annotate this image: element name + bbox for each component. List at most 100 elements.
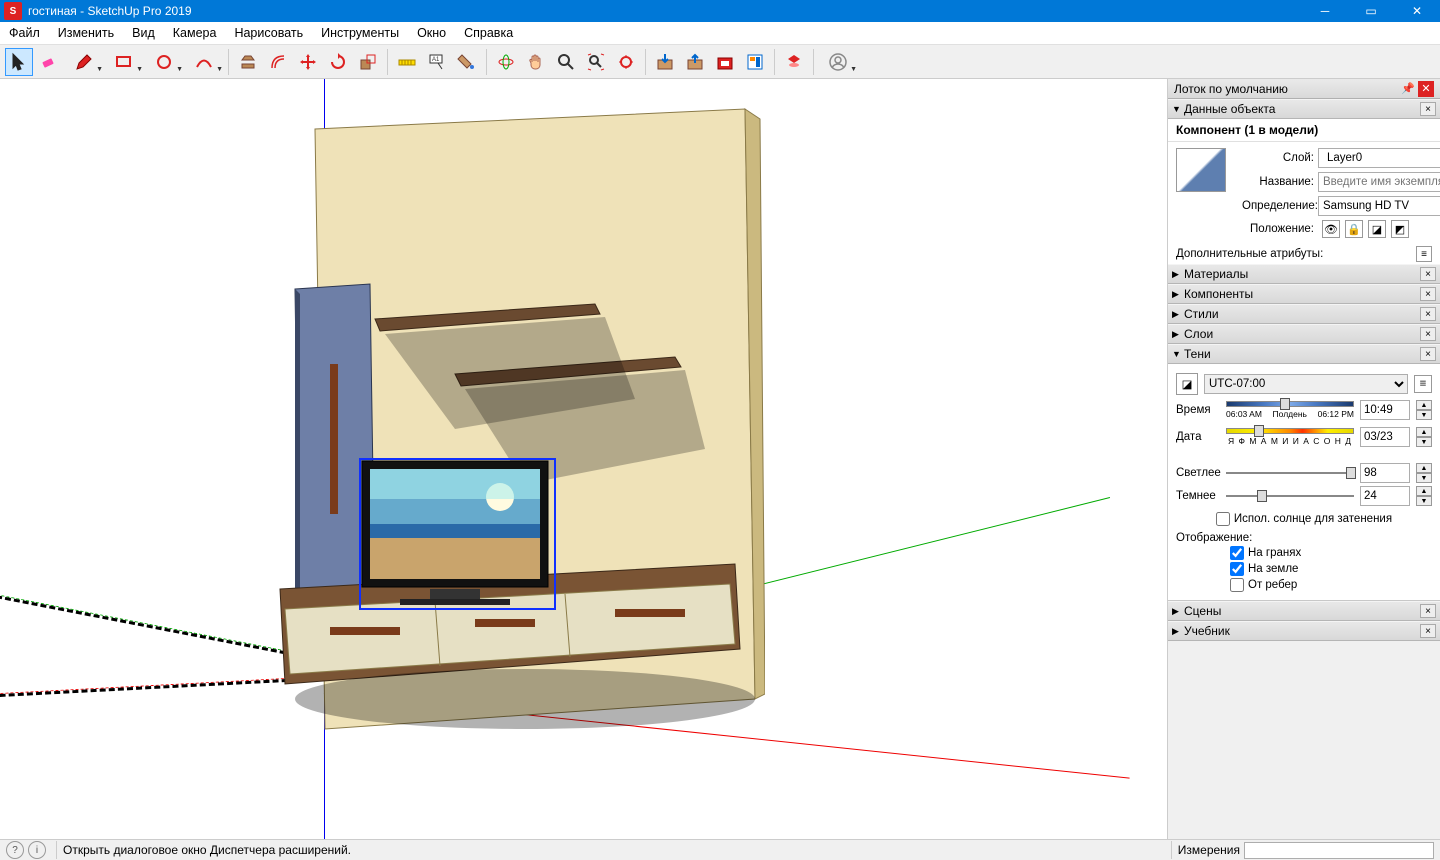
info-icon[interactable]: i: [28, 841, 46, 859]
select-tool[interactable]: [5, 48, 33, 76]
name-input[interactable]: [1318, 172, 1440, 192]
time-stepper[interactable]: ▲▼: [1416, 400, 1432, 420]
circle-tool[interactable]: ▼: [145, 48, 183, 76]
menu-camera[interactable]: Камера: [164, 22, 226, 44]
definition-input[interactable]: [1318, 196, 1440, 216]
toggle-lock-icon[interactable]: 🔒: [1345, 220, 1363, 238]
tray-title[interactable]: Лоток по умолчанию 📌 ✕: [1168, 79, 1440, 99]
on-faces-checkbox[interactable]: [1230, 546, 1244, 560]
components-header[interactable]: ▶Компоненты×: [1168, 284, 1440, 304]
tray-title-label: Лоток по умолчанию: [1174, 82, 1288, 96]
dark-slider[interactable]: [1226, 488, 1354, 504]
name-label: Название:: [1242, 176, 1314, 188]
time-input[interactable]: [1360, 400, 1410, 420]
toggle-hidden-icon[interactable]: 👁: [1322, 220, 1340, 238]
use-sun-checkbox[interactable]: [1216, 512, 1230, 526]
tray-pin-icon[interactable]: 📌: [1400, 81, 1416, 97]
entity-info-header[interactable]: ▼ Данные объекта ×: [1168, 99, 1440, 119]
offset-tool[interactable]: [264, 48, 292, 76]
default-tray: Лоток по умолчанию 📌 ✕ ▼ Данные объекта …: [1168, 79, 1440, 839]
panel-close-icon[interactable]: ×: [1420, 267, 1436, 281]
menu-edit[interactable]: Изменить: [49, 22, 123, 44]
warehouse-share-button[interactable]: [681, 48, 709, 76]
from-edges-checkbox[interactable]: [1230, 578, 1244, 592]
dark-stepper[interactable]: ▲▼: [1416, 486, 1432, 506]
toggle-cast-icon[interactable]: ◩: [1391, 220, 1409, 238]
rectangle-tool[interactable]: ▼: [105, 48, 143, 76]
menu-tools[interactable]: Инструменты: [312, 22, 408, 44]
entity-title: Компонент (1 в модели): [1168, 119, 1440, 142]
menu-view[interactable]: Вид: [123, 22, 164, 44]
panel-close-icon[interactable]: ×: [1420, 307, 1436, 321]
styles-header[interactable]: ▶Стили×: [1168, 304, 1440, 324]
dark-input[interactable]: [1360, 486, 1410, 506]
expand-icon: ▼: [1172, 104, 1184, 114]
arc-tool[interactable]: ▼: [185, 48, 223, 76]
layers-header[interactable]: ▶Слои×: [1168, 324, 1440, 344]
text-tool[interactable]: A1: [423, 48, 451, 76]
toggle-shadows-icon[interactable]: ◪: [1368, 220, 1386, 238]
warehouse-get-button[interactable]: [651, 48, 679, 76]
layout-button[interactable]: [741, 48, 769, 76]
panel-close-icon[interactable]: ×: [1420, 102, 1436, 116]
help-icon[interactable]: ?: [6, 841, 24, 859]
selected-tv[interactable]: [360, 459, 555, 609]
pencil-tool[interactable]: ▼: [65, 48, 103, 76]
panel-close-icon[interactable]: ×: [1420, 287, 1436, 301]
panel-close-icon[interactable]: ×: [1420, 347, 1436, 361]
timezone-select[interactable]: UTC-07:00: [1204, 374, 1408, 394]
maximize-button[interactable]: ▭: [1348, 0, 1394, 22]
layer-select[interactable]: Layer0: [1318, 148, 1440, 168]
menu-window[interactable]: Окно: [408, 22, 455, 44]
panel-close-icon[interactable]: ×: [1420, 327, 1436, 341]
date-label: Дата: [1176, 431, 1220, 443]
panel-close-icon[interactable]: ×: [1420, 624, 1436, 638]
time-slider[interactable]: 06:03 AMПолдень06:12 PM: [1226, 398, 1354, 422]
pan-tool[interactable]: [522, 48, 550, 76]
date-input[interactable]: [1360, 427, 1410, 447]
menu-help[interactable]: Справка: [455, 22, 522, 44]
light-stepper[interactable]: ▲▼: [1416, 463, 1432, 483]
toolbar-separator: [387, 49, 388, 75]
light-slider[interactable]: [1226, 465, 1354, 481]
toolbar-separator: [813, 49, 814, 75]
extensions-button[interactable]: [780, 48, 808, 76]
shadows-header[interactable]: ▼Тени×: [1168, 344, 1440, 364]
move-tool[interactable]: [294, 48, 322, 76]
tray-close-icon[interactable]: ✕: [1418, 81, 1434, 97]
scale-tool[interactable]: [354, 48, 382, 76]
advanced-expand-icon[interactable]: ≡: [1416, 246, 1432, 262]
zoom-window-tool[interactable]: [612, 48, 640, 76]
toolbar: ▼ ▼ ▼ ▼ A1 ▼: [0, 45, 1440, 79]
menu-file[interactable]: Файл: [0, 22, 49, 44]
measurements-input[interactable]: [1244, 842, 1434, 859]
shadows-toggle-icon[interactable]: ◪: [1176, 373, 1198, 395]
light-label: Светлее: [1176, 467, 1220, 479]
date-stepper[interactable]: ▲▼: [1416, 427, 1432, 447]
close-button[interactable]: ✕: [1394, 0, 1440, 22]
eraser-tool[interactable]: [35, 48, 63, 76]
instructor-header[interactable]: ▶Учебник×: [1168, 621, 1440, 641]
menu-draw[interactable]: Нарисовать: [225, 22, 312, 44]
panel-close-icon[interactable]: ×: [1420, 604, 1436, 618]
scenes-header[interactable]: ▶Сцены×: [1168, 601, 1440, 621]
minimize-button[interactable]: ─: [1302, 0, 1348, 22]
pushpull-tool[interactable]: [234, 48, 262, 76]
date-slider[interactable]: Я Ф М А М И И А С О Н Д: [1226, 425, 1354, 449]
orbit-tool[interactable]: [492, 48, 520, 76]
rotate-tool[interactable]: [324, 48, 352, 76]
zoom-tool[interactable]: [552, 48, 580, 76]
account-button[interactable]: ▼: [819, 48, 857, 76]
app-icon: S: [4, 2, 22, 20]
on-ground-checkbox[interactable]: [1230, 562, 1244, 576]
viewport[interactable]: [0, 79, 1168, 839]
ext-warehouse-button[interactable]: [711, 48, 739, 76]
light-input[interactable]: [1360, 463, 1410, 483]
display-label: Отображение:: [1176, 532, 1432, 544]
zoom-extents-tool[interactable]: [582, 48, 610, 76]
tape-tool[interactable]: [393, 48, 421, 76]
paint-tool[interactable]: [453, 48, 481, 76]
shadows-details-icon[interactable]: ≡: [1414, 375, 1432, 393]
materials-header[interactable]: ▶Материалы×: [1168, 264, 1440, 284]
dark-label: Темнее: [1176, 490, 1220, 502]
